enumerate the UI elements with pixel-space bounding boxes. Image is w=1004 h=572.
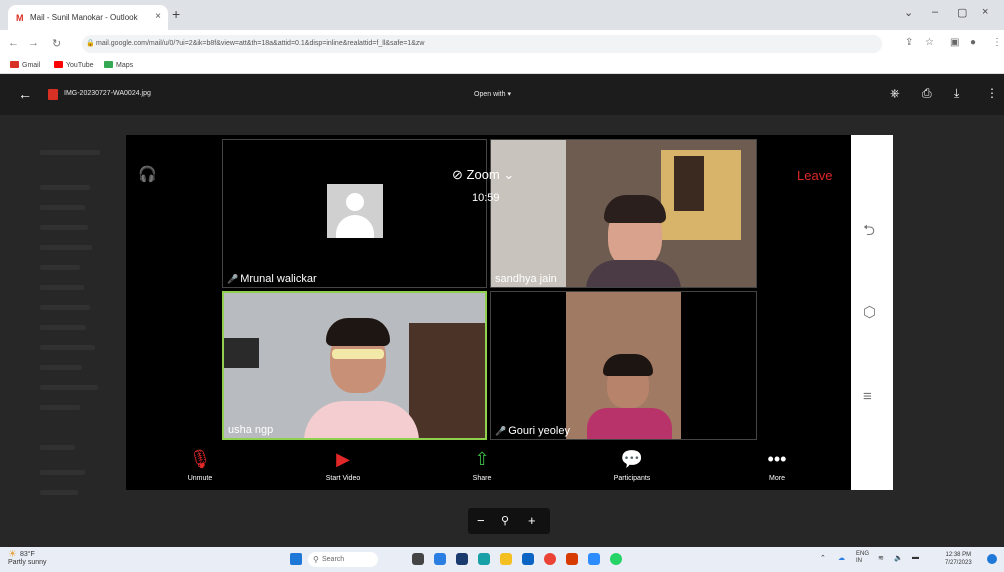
more-icon: •••: [767, 449, 787, 469]
url-text: mail.google.com/mail/u/0/?ui=2&ik=b8f&vi…: [96, 40, 425, 47]
participant-name: Mrunal walickar: [240, 273, 317, 285]
back-icon[interactable]: ←: [8, 37, 19, 49]
whatsapp-icon[interactable]: [610, 553, 622, 565]
bookmark-maps[interactable]: Maps: [104, 61, 133, 69]
print-icon[interactable]: ⎙: [922, 86, 932, 101]
leave-button[interactable]: Leave: [797, 168, 832, 183]
participant-tile-mrunal: 🎤 Mrunal walickar: [222, 139, 487, 288]
bookmark-gmail[interactable]: Gmail: [10, 61, 40, 69]
glasses: [332, 349, 384, 359]
url-field[interactable]: 🔒 mail.google.com/mail/u/0/?ui=2&ik=b8f&…: [82, 35, 882, 53]
chrome-icon[interactable]: [544, 553, 556, 565]
mail-favicon-icon: M: [16, 13, 24, 23]
share-page-icon[interactable]: ⇪: [905, 37, 913, 48]
chevron-down-icon[interactable]: ⌄: [904, 6, 913, 19]
bookmarks-bar: Gmail YouTube Maps: [0, 58, 1004, 74]
open-with-button[interactable]: Open with ▾: [474, 90, 511, 98]
chat-bubble-icon: 💬: [620, 449, 644, 469]
zoom-meeting-title[interactable]: ⊘ Zoom ⌄: [452, 167, 514, 183]
home-icon: ⬡: [863, 304, 877, 321]
weather-widget[interactable]: ☀ 83°F Partly sunny: [8, 549, 47, 567]
file-explorer-icon[interactable]: [500, 553, 512, 565]
taskbar-search[interactable]: ⚲ Search: [308, 552, 378, 567]
video-off-icon: ▶: [336, 449, 350, 469]
bookmark-star-icon[interactable]: ☆: [925, 37, 934, 48]
reload-icon[interactable]: ↻: [52, 37, 61, 50]
viewer-toolbar: ← IMG-20230727-WA0024.jpg Open with ▾ ⎈ …: [0, 75, 1004, 115]
task-view-icon[interactable]: [412, 553, 424, 565]
browser-window: M Mail - Sunil Manokar - Outlook × + ⌄ –…: [0, 0, 1004, 572]
download-icon[interactable]: ⤓: [954, 86, 959, 101]
gmail-icon: [10, 61, 19, 68]
tab-title: Mail - Sunil Manokar - Outlook: [30, 13, 138, 22]
close-window-icon[interactable]: ×: [982, 6, 988, 18]
taskbar-app-icon[interactable]: [456, 553, 468, 565]
zoom-app-icon[interactable]: [588, 553, 600, 565]
notification-icon[interactable]: [987, 554, 997, 564]
headset-icon[interactable]: 🎧: [138, 165, 157, 183]
unmute-button[interactable]: 🎙 Unmute: [160, 446, 240, 482]
viewer-filename: IMG-20230727-WA0024.jpg: [64, 90, 151, 97]
tray-chevron-icon[interactable]: ⌃: [820, 554, 826, 562]
youtube-icon: [54, 61, 63, 68]
edge-icon[interactable]: [478, 553, 490, 565]
minimize-icon[interactable]: –: [932, 6, 938, 18]
profile-avatar[interactable]: ●: [970, 37, 976, 48]
image-file-icon: [48, 89, 58, 100]
start-video-button[interactable]: ▶ Start Video: [303, 446, 383, 482]
volume-icon[interactable]: 🔈: [894, 554, 903, 562]
participant-tile-sandhya: sandhya jain: [490, 139, 757, 288]
zoom-in-icon[interactable]: +: [528, 513, 536, 528]
participant-name: Gouri yeoley: [508, 425, 570, 437]
new-tab-icon[interactable]: +: [172, 6, 180, 22]
avatar-placeholder-icon: [327, 184, 383, 238]
close-tab-icon[interactable]: ×: [155, 11, 161, 22]
taskbar-app-icon[interactable]: [434, 553, 446, 565]
browser-menu-icon[interactable]: ⋮: [992, 37, 1002, 48]
weather-icon: ☀: [8, 549, 17, 560]
mic-muted-icon: 🎙: [188, 449, 212, 469]
meeting-timer: 10:59: [472, 192, 500, 204]
zoom-out-icon[interactable]: −: [477, 513, 485, 528]
more-button[interactable]: ••• More: [737, 446, 817, 482]
taskbar-clock[interactable]: 12:38 PM 7/27/2023: [945, 551, 972, 567]
forward-icon[interactable]: →: [28, 37, 39, 49]
share-icon: ⇧: [474, 449, 490, 469]
address-bar-row: ← → ↻ 🔒 mail.google.com/mail/u/0/?ui=2&i…: [0, 30, 1004, 58]
maps-icon: [104, 61, 113, 68]
lock-icon: 🔒: [86, 40, 95, 47]
more-options-icon[interactable]: ⋮: [986, 86, 998, 100]
search-icon: ⚲: [313, 555, 319, 564]
magnifier-icon: ⚲: [501, 515, 510, 527]
taskbar-app-icon[interactable]: [566, 553, 578, 565]
language-indicator[interactable]: ENG IN: [856, 551, 869, 565]
mic-muted-icon: 🎤: [495, 426, 507, 436]
store-icon[interactable]: [522, 553, 534, 565]
share-button[interactable]: ⇧ Share: [442, 446, 522, 482]
participant-name: usha ngp: [228, 424, 274, 436]
browser-tab[interactable]: M Mail - Sunil Manokar - Outlook ×: [8, 5, 168, 30]
participant-name: sandhya jain: [495, 273, 557, 285]
windows-taskbar: ☀ 83°F Partly sunny ⚲ Search ⌃ ☁ ENG IN ≋…: [0, 547, 1004, 572]
participants-button[interactable]: 💬 Participants: [592, 446, 672, 482]
mic-muted-icon: 🎤: [227, 274, 239, 284]
battery-icon[interactable]: ▬: [912, 554, 919, 561]
back-arrow-icon[interactable]: ←: [18, 86, 32, 102]
wifi-icon[interactable]: ≋: [878, 554, 884, 562]
recent-apps-icon: ⮌: [863, 222, 876, 239]
maximize-icon[interactable]: ▢: [957, 6, 967, 19]
add-to-drive-icon[interactable]: ⎈: [890, 86, 900, 101]
side-panel-icon[interactable]: ▣: [950, 37, 959, 48]
cloud-icon[interactable]: ☁: [838, 554, 845, 562]
menu-lines-icon: ≡: [863, 388, 872, 405]
participant-tile-usha: usha ngp: [222, 291, 487, 440]
shield-icon: ⊘: [452, 167, 463, 182]
viewer-zoom-bar: − ⚲ +: [468, 508, 550, 534]
android-nav-bar: ⮌ ⬡ ≡: [851, 135, 893, 490]
tab-bar: M Mail - Sunil Manokar - Outlook × + ⌄ –…: [0, 0, 1004, 30]
participant-tile-gouri: 🎤 Gouri yeoley: [490, 291, 757, 440]
windows-start-icon[interactable]: [290, 553, 302, 565]
bookmark-youtube[interactable]: YouTube: [54, 61, 94, 69]
